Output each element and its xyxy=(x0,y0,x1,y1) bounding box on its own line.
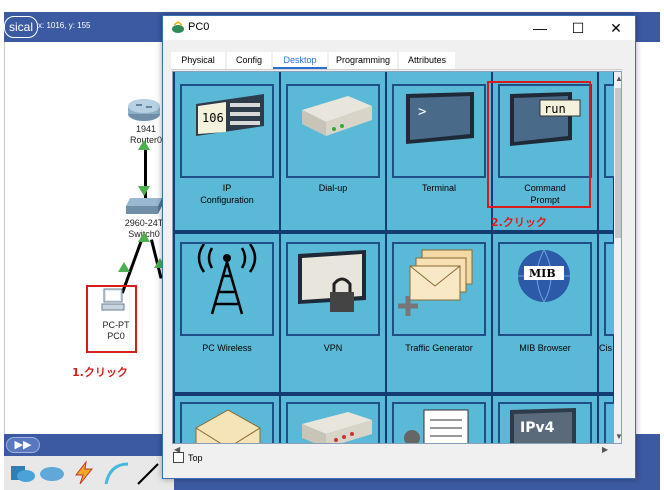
fast-forward-button[interactable]: ▶▶ xyxy=(6,437,40,453)
vpn-lock-icon xyxy=(298,250,366,312)
cable-icon[interactable] xyxy=(102,460,130,486)
network-devices-icon[interactable] xyxy=(8,460,36,486)
svg-text:>: > xyxy=(418,104,426,120)
text-editor-tile[interactable] xyxy=(392,402,486,443)
tab-physical[interactable]: Physical xyxy=(171,52,225,69)
top-checkbox-label: Top xyxy=(188,453,203,463)
pc-wireless-label: PC Wireless xyxy=(202,343,252,353)
terminal-icon: > xyxy=(406,92,474,144)
traffic-generator-label: Traffic Generator xyxy=(405,343,473,353)
mib-browser-tile[interactable]: MIB xyxy=(498,242,592,336)
tab-desktop[interactable]: Desktop xyxy=(273,52,327,69)
packet-tracer-icon xyxy=(172,21,184,33)
pppoe-tile[interactable] xyxy=(286,402,380,443)
text-editor-icon xyxy=(404,409,469,443)
close-button[interactable]: ✕ xyxy=(597,16,635,40)
top-checkbox[interactable] xyxy=(173,452,184,463)
lightning-connection-icon[interactable] xyxy=(70,460,98,486)
mib-browser-icon: MIB xyxy=(518,249,570,303)
router-icon[interactable] xyxy=(126,96,162,122)
email-tile[interactable] xyxy=(180,402,274,443)
ip-configuration-tile[interactable]: 106 xyxy=(180,84,274,178)
vpn-tile[interactable] xyxy=(286,242,380,336)
traffic-generator-tile[interactable] xyxy=(392,242,486,336)
link-status-up-icon xyxy=(138,140,150,150)
dial-up-tile[interactable] xyxy=(286,84,380,178)
scroll-right-arrow-icon[interactable]: ▶ xyxy=(602,445,608,454)
link-status-up-icon xyxy=(118,262,130,272)
tab-separator xyxy=(171,69,623,70)
svg-text:MIB: MIB xyxy=(529,267,556,280)
pc-wireless-tile[interactable] xyxy=(180,242,274,336)
vertical-scrollbar[interactable]: ▲ ▼ xyxy=(614,72,621,443)
horizontal-scrollbar[interactable]: ◀ ▶ xyxy=(172,444,613,456)
wireless-antenna-icon xyxy=(197,243,257,315)
tab-attributes[interactable]: Attributes xyxy=(399,52,455,69)
switch-icon[interactable] xyxy=(124,196,164,216)
traffic-generator-icon xyxy=(398,249,473,316)
pc-highlight-box xyxy=(86,285,137,353)
cable-icon[interactable] xyxy=(134,460,162,486)
tab-config[interactable]: Config xyxy=(227,52,271,69)
terminal-tile[interactable]: > xyxy=(392,84,486,178)
modem-icon xyxy=(302,96,372,136)
maximize-button[interactable]: ☐ xyxy=(559,16,597,40)
window-title: PC0 xyxy=(188,21,210,33)
step2-annotation: 2.クリック xyxy=(491,216,547,229)
ip-config-icon: 106 xyxy=(196,94,264,136)
scroll-up-arrow-icon[interactable]: ▲ xyxy=(615,74,621,83)
vpn-label: VPN xyxy=(323,343,343,353)
physical-mode-button[interactable]: sical xyxy=(4,16,39,38)
dial-up-label: Dial-up xyxy=(318,183,348,193)
cloud-icon[interactable] xyxy=(38,460,66,486)
tab-programming[interactable]: Programming xyxy=(329,52,397,69)
ipv6-configuration-tile[interactable]: IPv4 xyxy=(498,402,592,443)
ipv6-config-icon: IPv4 xyxy=(510,408,576,443)
mib-browser-label: MIB Browser xyxy=(519,343,571,353)
cursor-coordinates: x: 1016, y: 155 xyxy=(38,21,91,30)
command-prompt-highlight-box xyxy=(487,81,591,208)
pppoe-icon xyxy=(302,412,372,443)
svg-text:IPv4: IPv4 xyxy=(520,420,555,436)
link-status-down-icon xyxy=(138,186,150,196)
ip-configuration-label: IP Configuration xyxy=(200,183,254,205)
terminal-label: Terminal xyxy=(421,183,456,193)
partial-tile-label: Cis xyxy=(599,343,612,353)
link-status-up-icon xyxy=(138,232,150,242)
vertical-scroll-thumb[interactable] xyxy=(615,88,621,238)
scroll-down-arrow-icon[interactable]: ▼ xyxy=(615,432,621,441)
email-icon xyxy=(195,409,261,443)
minimize-button[interactable]: — xyxy=(521,16,559,40)
svg-text:106: 106 xyxy=(202,111,224,125)
title-bar[interactable]: PC0 — ☐ ✕ xyxy=(163,16,635,40)
step1-annotation: 1.クリック xyxy=(72,366,128,379)
